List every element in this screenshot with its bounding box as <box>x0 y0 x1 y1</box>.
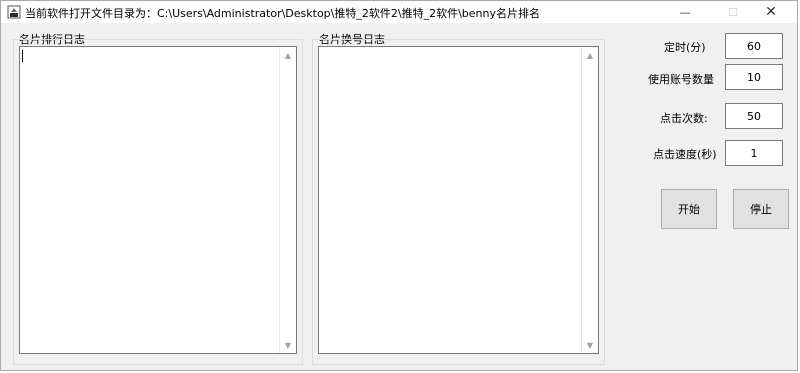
maximize-button[interactable]: ☐ <box>713 1 753 23</box>
account-count-label: 使用账号数量 <box>648 73 714 86</box>
scroll-up-icon[interactable]: ▲ <box>280 48 296 62</box>
text-caret <box>22 50 23 62</box>
window-title: 当前软件打开文件目录为：C:\Users\Administrator\Deskt… <box>25 7 540 20</box>
scroll-up-icon[interactable]: ▲ <box>582 48 598 62</box>
start-button[interactable]: 开始 <box>661 189 717 229</box>
switch-log-scrollbar[interactable]: ▲ ▼ <box>581 47 598 353</box>
click-count-input[interactable] <box>725 103 783 129</box>
timer-input[interactable] <box>725 33 783 59</box>
minimize-button[interactable]: — <box>665 1 705 23</box>
click-count-label: 点击次数: <box>660 112 708 125</box>
close-icon: ✕ <box>765 4 777 20</box>
minimize-icon: — <box>679 5 691 19</box>
close-button[interactable]: ✕ <box>751 1 791 23</box>
app-icon <box>7 5 21 19</box>
click-speed-label: 点击速度(秒) <box>653 148 717 161</box>
click-speed-input[interactable] <box>725 140 783 166</box>
ranking-log-textarea[interactable]: ▲ ▼ <box>19 46 297 354</box>
ranking-log-scrollbar[interactable]: ▲ ▼ <box>279 47 296 353</box>
title-bar: 当前软件打开文件目录为：C:\Users\Administrator\Deskt… <box>1 1 797 23</box>
switch-log-group: ▲ ▼ <box>312 39 605 365</box>
account-count-input[interactable] <box>725 64 783 90</box>
timer-label: 定时(分) <box>664 41 706 54</box>
scroll-down-icon[interactable]: ▼ <box>582 338 598 352</box>
ranking-log-group: ▲ ▼ <box>13 39 303 365</box>
switch-log-textarea[interactable]: ▲ ▼ <box>318 46 599 354</box>
app-window: 当前软件打开文件目录为：C:\Users\Administrator\Deskt… <box>0 0 798 371</box>
stop-button[interactable]: 停止 <box>733 189 789 229</box>
scroll-down-icon[interactable]: ▼ <box>280 338 296 352</box>
maximize-icon: ☐ <box>728 5 738 19</box>
